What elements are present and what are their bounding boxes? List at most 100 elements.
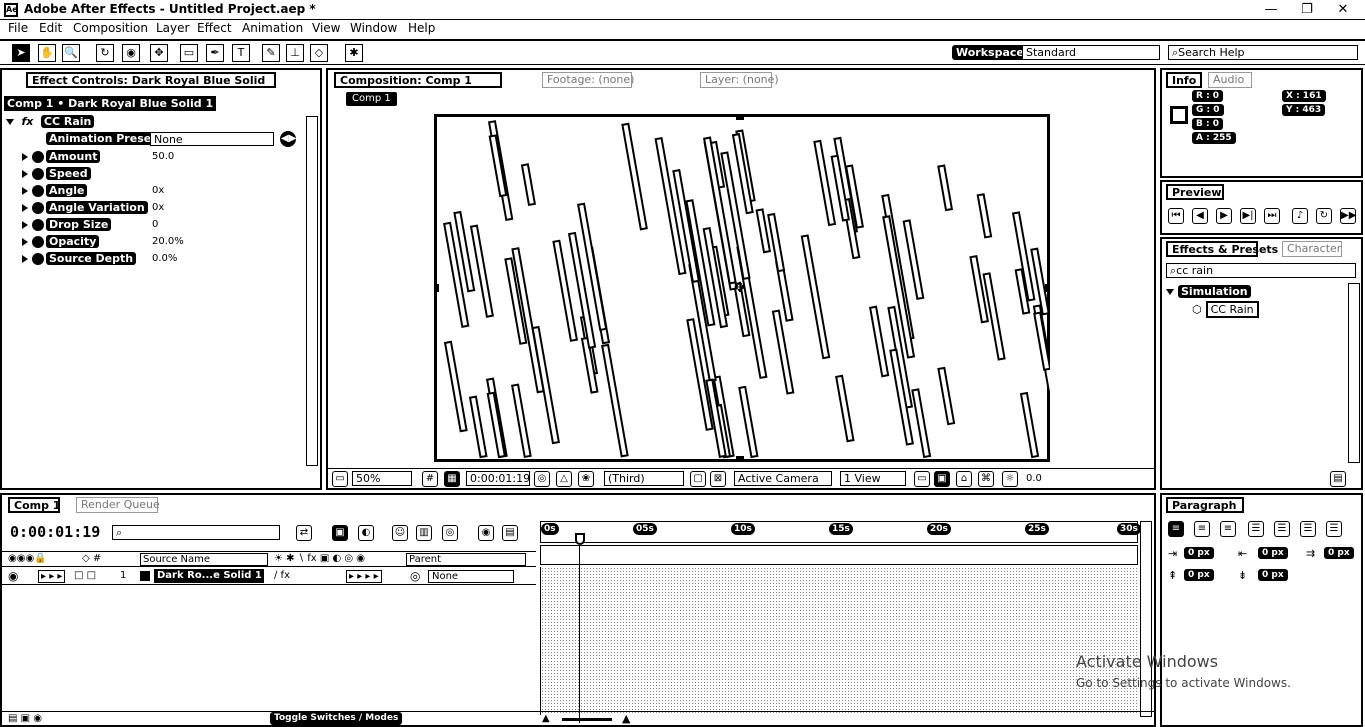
effect-row-cc-rain[interactable]: fx CC Rain (6, 113, 95, 130)
tab-character[interactable]: Character (1282, 241, 1342, 257)
loop-icon[interactable]: ↻ (1316, 208, 1332, 224)
menu-composition[interactable]: Composition (73, 21, 148, 35)
views-dropdown[interactable]: 1 View (840, 471, 906, 486)
always-preview-icon[interactable]: ▭ (332, 471, 348, 487)
property-row-source-depth[interactable]: Source Depth (22, 250, 137, 267)
stopwatch-icon[interactable] (32, 253, 44, 265)
active-camera-dropdown[interactable]: Active Camera (734, 471, 832, 486)
expand-triangle-icon[interactable] (22, 204, 28, 212)
timeline-timecode[interactable]: 0:00:01:19 (10, 523, 100, 541)
collapse-triangle-icon[interactable] (1166, 289, 1174, 295)
composition-viewer[interactable]: ✥ (434, 114, 1050, 462)
property-value-amount[interactable]: 50.0 (152, 151, 174, 162)
color-channel-icon[interactable]: ❀ (578, 471, 594, 487)
motion-blur-icon[interactable]: ◎ (442, 525, 458, 541)
exposure-value[interactable]: 0.0 (1026, 473, 1042, 484)
stopwatch-icon[interactable] (32, 151, 44, 163)
layer-switches-icons[interactable]: ∕ fx (274, 570, 290, 581)
toggle-switches-modes-button[interactable]: Toggle Switches / Modes (270, 712, 403, 725)
time-ruler[interactable]: 0s 05s 10s 15s 20s 25s 30s (540, 521, 1141, 543)
animation-presets-dropdown[interactable]: None (150, 132, 274, 146)
toggle-pixel-aspect-icon[interactable]: ▭ (914, 471, 930, 487)
show-channel-icon[interactable]: △ (556, 471, 572, 487)
tab-info[interactable]: Info (1166, 72, 1202, 88)
tab-layer[interactable]: Layer: (none) (700, 72, 779, 88)
label-column-icon[interactable]: ◇ # (82, 553, 101, 564)
category-simulation[interactable]: Simulation (1166, 283, 1251, 300)
tab-render-queue[interactable]: Render Queue (76, 497, 160, 513)
expand-triangle-icon[interactable] (22, 187, 28, 195)
property-row-speed[interactable]: Speed (22, 165, 91, 182)
tab-paragraph[interactable]: Paragraph (1166, 497, 1244, 513)
timeline-zoom-slider[interactable] (562, 718, 612, 721)
tab-effect-controls[interactable]: Effect Controls: Dark Royal Blue Solid (26, 72, 276, 88)
layer-switch-boxes[interactable]: ▸ ▸ ▸ ▸ (346, 570, 382, 583)
eye-icon[interactable]: ◉ (8, 569, 18, 583)
last-frame-icon[interactable]: ⏭ (1264, 208, 1280, 224)
table-row[interactable]: ◉ ▸ ▸ ▸ □ □ 1 Dark Ro...e Solid 1 ∕ fx ▸… (2, 569, 536, 585)
rotation-tool-icon[interactable]: ↻ (96, 44, 114, 62)
menu-file[interactable]: File (8, 21, 28, 35)
pan-behind-tool-icon[interactable]: ✥ (150, 44, 168, 62)
menu-view[interactable]: View (312, 21, 340, 35)
anchor-point-icon[interactable]: ✥ (734, 280, 746, 296)
property-value-source-depth[interactable]: 0.0% (152, 253, 177, 264)
property-value-angle[interactable]: 0x (152, 185, 164, 196)
layer-duration-track[interactable] (540, 567, 1138, 715)
property-row-angle-variation[interactable]: Angle Variation (22, 199, 148, 216)
fx-icon[interactable]: fx (22, 115, 34, 128)
safe-zones-icon[interactable]: # (422, 471, 438, 487)
close-button[interactable]: ✕ (1328, 1, 1358, 19)
hide-shy-icon[interactable]: ☺ (392, 525, 408, 541)
zoom-in-icon[interactable]: ▲ (622, 712, 630, 725)
clone-stamp-tool-icon[interactable]: ⊥ (286, 44, 304, 62)
av-features-icons[interactable]: ◉◉◉🔒 (8, 553, 47, 564)
live-update-icon[interactable]: ▣ (332, 525, 348, 541)
flowchart-icon[interactable]: ⌘ (978, 471, 994, 487)
expand-triangle-icon[interactable] (22, 221, 28, 229)
effects-scrollbar[interactable] (1348, 283, 1360, 463)
expand-triangle-icon[interactable] (22, 153, 28, 161)
reset-exposure-icon[interactable]: ☼ (1002, 471, 1018, 487)
first-line-indent-value[interactable]: 0 px (1324, 547, 1354, 559)
region-of-interest-icon[interactable]: ▢ (690, 471, 706, 487)
parent-header[interactable]: Parent (406, 553, 526, 566)
preset-nav-icon[interactable]: ◀▶ (280, 131, 296, 147)
justify-center-icon[interactable]: ☰ (1274, 521, 1290, 537)
work-area-bar[interactable] (540, 545, 1138, 565)
new-folder-icon[interactable]: ▤ (1330, 471, 1346, 487)
space-after-value[interactable]: 0 px (1258, 569, 1288, 581)
comp-navigator-button[interactable]: Comp 1 (346, 92, 397, 106)
align-left-icon[interactable]: ≡ (1168, 521, 1184, 537)
property-row-angle[interactable]: Angle (22, 182, 88, 199)
fast-previews-icon[interactable]: ▣ (934, 471, 950, 487)
next-frame-icon[interactable]: ▶| (1240, 208, 1256, 224)
align-right-icon[interactable]: ≡ (1220, 521, 1236, 537)
audio-icon[interactable]: ♪ (1292, 208, 1308, 224)
stopwatch-icon[interactable] (32, 168, 44, 180)
label-color-icon[interactable]: □ □ (74, 570, 96, 581)
workspace-dropdown[interactable]: Standard (1022, 45, 1160, 60)
justify-all-icon[interactable]: ☰ (1326, 521, 1342, 537)
layer-switches-left[interactable]: ▸ ▸ ▸ (38, 570, 66, 583)
parent-dropdown[interactable]: None (428, 570, 514, 583)
ram-preview-icon[interactable]: ▶▶ (1340, 208, 1356, 224)
current-time-field[interactable]: 0:00:01:19 (466, 471, 530, 486)
property-value-drop-size[interactable]: 0 (152, 219, 158, 230)
brainstorm-icon[interactable]: ◉ (478, 525, 494, 541)
effects-search-field[interactable]: ⌕cc rain (1166, 263, 1356, 278)
search-help-field[interactable]: ⌕Search Help (1168, 45, 1358, 60)
indent-right-value[interactable]: 0 px (1258, 547, 1288, 559)
tab-composition[interactable]: Composition: Comp 1 (334, 72, 502, 88)
property-value-angle-variation[interactable]: 0x (152, 202, 164, 213)
property-value-opacity[interactable]: 20.0% (152, 236, 184, 247)
tab-preview[interactable]: Preview (1166, 184, 1224, 200)
current-time-indicator[interactable] (575, 533, 585, 545)
first-frame-icon[interactable]: ⏮ (1168, 208, 1184, 224)
snapshot-icon[interactable]: ◎ (534, 471, 550, 487)
collapse-triangle-icon[interactable] (6, 119, 14, 125)
stopwatch-icon[interactable] (32, 202, 44, 214)
tab-comp[interactable]: Comp 1 (8, 497, 60, 513)
space-before-value[interactable]: 0 px (1184, 569, 1214, 581)
rectangle-mask-tool-icon[interactable]: ▭ (180, 44, 198, 62)
